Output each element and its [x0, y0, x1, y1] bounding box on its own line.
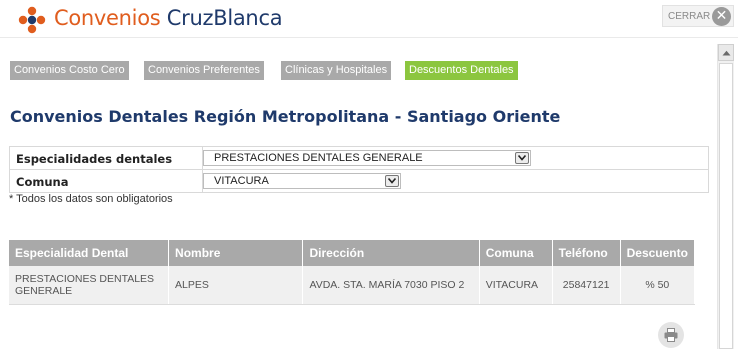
form-row-comuna: Comuna VITACURA [10, 170, 708, 193]
brand-part2: CruzBlanca [166, 6, 283, 30]
specialty-select[interactable]: PRESTACIONES DENTALES GENERALE [203, 150, 531, 166]
cell-comuna: VITACURA [479, 266, 553, 305]
header-nombre: Nombre [168, 240, 304, 266]
chevron-down-icon [515, 152, 529, 164]
header-divider [0, 37, 738, 38]
table-header-row: Especialidad Dental Nombre Dirección Com… [9, 240, 696, 266]
cruzblanca-logo-icon [18, 6, 46, 34]
tab-descuentos-dentales[interactable]: Descuentos Dentales [405, 61, 518, 80]
comuna-select[interactable]: VITACURA [203, 173, 401, 189]
close-label: CERRAR [668, 11, 711, 22]
print-button[interactable] [658, 322, 684, 348]
header: Convenios CruzBlanca CERRAR ✕ [0, 0, 738, 38]
search-form: Especialidades dentales PRESTACIONES DEN… [9, 146, 709, 193]
specialty-label: Especialidades dentales [16, 152, 173, 166]
header-telefono: Teléfono [552, 240, 621, 266]
tab-convenios-preferentes[interactable]: Convenios Preferentes [144, 61, 264, 80]
printer-icon [664, 328, 678, 342]
form-row-specialty: Especialidades dentales PRESTACIONES DEN… [10, 147, 708, 170]
cell-especialidad: PRESTACIONES DENTALES GENERALE [9, 266, 170, 305]
page-title: Convenios Dentales Región Metropolitana … [10, 107, 561, 126]
arrow-up-icon [722, 50, 731, 56]
required-note: * Todos los datos son obligatorios [9, 193, 173, 205]
tab-clinicas-hospitales[interactable]: Clínicas y Hospitales [281, 61, 392, 80]
scroll-up-button[interactable] [718, 44, 734, 61]
cell-direccion: AVDA. STA. MARÍA 7030 PISO 2 [302, 266, 480, 305]
header-direccion: Dirección [302, 240, 480, 266]
cell-telefono: 25847121 [552, 266, 621, 305]
close-icon: ✕ [712, 7, 731, 26]
specialty-value: PRESTACIONES DENTALES GENERALE [214, 152, 423, 164]
header-especialidad: Especialidad Dental [9, 240, 170, 266]
comuna-label: Comuna [16, 175, 69, 189]
comuna-value: VITACURA [214, 175, 269, 187]
table-row: PRESTACIONES DENTALES GENERALE ALPES AVD… [9, 266, 696, 305]
cell-descuento: % 50 [620, 266, 696, 305]
chevron-down-icon [385, 175, 399, 187]
tab-convenios-costo-cero[interactable]: Convenios Costo Cero [10, 61, 129, 80]
scrollbar[interactable] [717, 44, 734, 349]
header-descuento: Descuento [620, 240, 696, 266]
brand-name: Convenios CruzBlanca [54, 6, 283, 30]
close-button[interactable]: CERRAR ✕ [662, 5, 734, 27]
scroll-thumb[interactable] [719, 63, 733, 349]
brand-part1: Convenios [54, 6, 161, 30]
cell-nombre: ALPES [168, 266, 304, 305]
header-comuna: Comuna [479, 240, 553, 266]
results-table: Especialidad Dental Nombre Dirección Com… [9, 240, 696, 305]
